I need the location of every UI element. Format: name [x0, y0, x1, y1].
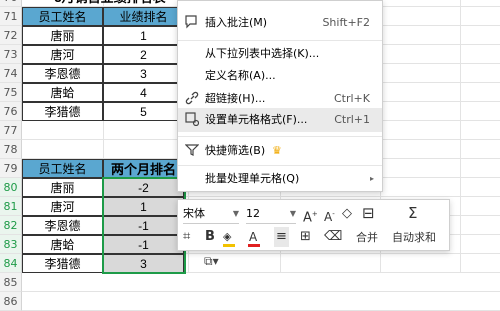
- table-cell[interactable]: 2: [103, 45, 184, 64]
- table-cell[interactable]: 李猎德: [22, 102, 103, 121]
- link-icon: [184, 91, 200, 107]
- decrease-font-icon[interactable]: A-: [324, 204, 335, 227]
- crown-icon: ♛: [272, 144, 282, 157]
- table-cell[interactable]: 3: [103, 254, 184, 273]
- row-header-74[interactable]: 74: [0, 64, 22, 83]
- row-header-78[interactable]: 78: [0, 140, 22, 159]
- menu-item-batch-process[interactable]: 批量处理单元格(Q) ▸: [178, 167, 382, 191]
- table-cell[interactable]: 4: [103, 83, 184, 102]
- font-size-select[interactable]: 12 ▼: [246, 204, 296, 224]
- row-header-73[interactable]: 73: [0, 45, 22, 64]
- grid-row: [22, 273, 500, 292]
- table-title: 3月销售业绩排名表: [22, 0, 198, 7]
- bold-icon[interactable]: B: [205, 227, 215, 247]
- menu-item-insert-comment[interactable]: 插入批注(M) Shift+F2: [178, 11, 382, 35]
- format-painter-icon[interactable]: ⌗: [183, 227, 190, 247]
- table-cell[interactable]: 李恩德: [22, 216, 103, 235]
- submenu-arrow-icon: ▸: [369, 174, 374, 183]
- font-color-bar: [248, 244, 260, 247]
- row-header-86[interactable]: 86: [0, 292, 22, 311]
- row-header-85[interactable]: 85: [0, 273, 22, 292]
- table-cell[interactable]: 唐蛤: [22, 83, 103, 102]
- paste-options-icon[interactable]: ⧉▾: [204, 254, 219, 269]
- increase-font-icon[interactable]: A+: [303, 204, 318, 228]
- table-cell[interactable]: 3: [103, 64, 184, 83]
- clear-format-icon[interactable]: ◇: [342, 204, 352, 224]
- row-header-76[interactable]: 76: [0, 102, 22, 121]
- format-cells-icon: [184, 112, 200, 128]
- table-cell[interactable]: -2: [103, 178, 184, 197]
- fill-color-bar: [223, 244, 235, 247]
- row-header-82[interactable]: 82: [0, 216, 22, 235]
- table-cell[interactable]: 1: [103, 197, 184, 216]
- mini-toolbar: 宋体 ▼ 12 ▼ A+ A- ◇ ⌗ B ◈ A ≡ ⊞ ⌫ ⊟ 合并 Σ 自…: [177, 199, 450, 251]
- row-header-77[interactable]: 77: [0, 121, 22, 140]
- column-header[interactable]: 员工姓名: [22, 7, 103, 26]
- row-header-83[interactable]: 83: [0, 235, 22, 254]
- menu-item-pick-from-list[interactable]: 从下拉列表中选择(K)...: [178, 42, 382, 66]
- table-cell[interactable]: 唐丽: [22, 26, 103, 45]
- table-cell[interactable]: 1: [103, 26, 184, 45]
- row-header-72[interactable]: 72: [0, 26, 22, 45]
- row-header-71[interactable]: 71: [0, 7, 22, 26]
- row-header-81[interactable]: 81: [0, 197, 22, 216]
- merge-button[interactable]: 合并: [356, 228, 378, 248]
- table-cell[interactable]: 李恩德: [22, 64, 103, 83]
- erase-icon[interactable]: ⌫: [324, 227, 342, 247]
- menu-item-quick-filter[interactable]: 快捷筛选(B) ♛: [178, 139, 382, 163]
- chevron-down-icon: ▼: [232, 209, 239, 218]
- autosum-button[interactable]: 自动求和: [392, 228, 436, 248]
- filter-icon: [184, 143, 200, 159]
- table-cell[interactable]: 唐丽: [22, 178, 103, 197]
- table-cell[interactable]: -1: [103, 216, 184, 235]
- table-cell[interactable]: 唐河: [22, 45, 103, 64]
- menu-item-define-name[interactable]: 定义名称(A)...: [178, 64, 382, 88]
- menu-item-format-cells[interactable]: 设置单元格格式(F)... Ctrl+1: [178, 108, 382, 132]
- comment-icon: [184, 15, 200, 31]
- sum-icon[interactable]: Σ: [408, 203, 417, 223]
- row-header-84[interactable]: 84: [0, 254, 22, 273]
- font-name-select[interactable]: 宋体 ▼: [183, 204, 239, 224]
- table-cell[interactable]: 唐蛤: [22, 235, 103, 254]
- row-header-80[interactable]: 80: [0, 178, 22, 197]
- context-menu: 插入批注(M) Shift+F2 从下拉列表中选择(K)... 定义名称(A).…: [177, 0, 383, 192]
- column-header[interactable]: 业绩排名: [103, 7, 184, 26]
- table-cell[interactable]: -1: [103, 235, 184, 254]
- borders-icon[interactable]: ⊞: [300, 227, 311, 247]
- table-cell[interactable]: 李猎德: [22, 254, 103, 273]
- merge-icon[interactable]: ⊟: [362, 203, 375, 223]
- column-header[interactable]: 员工姓名: [22, 159, 103, 178]
- align-center-icon[interactable]: ≡: [274, 227, 289, 247]
- table-cell[interactable]: 5: [103, 102, 184, 121]
- grid-row: [22, 292, 500, 311]
- row-header-75[interactable]: 75: [0, 83, 22, 102]
- chevron-down-icon: ▼: [289, 209, 296, 218]
- column-header[interactable]: 两个月排名: [103, 159, 184, 178]
- column-gridline: [460, 0, 461, 272]
- table-cell[interactable]: 唐河: [22, 197, 103, 216]
- row-header-79[interactable]: 79: [0, 159, 22, 178]
- row-header-70[interactable]: 70: [0, 0, 22, 7]
